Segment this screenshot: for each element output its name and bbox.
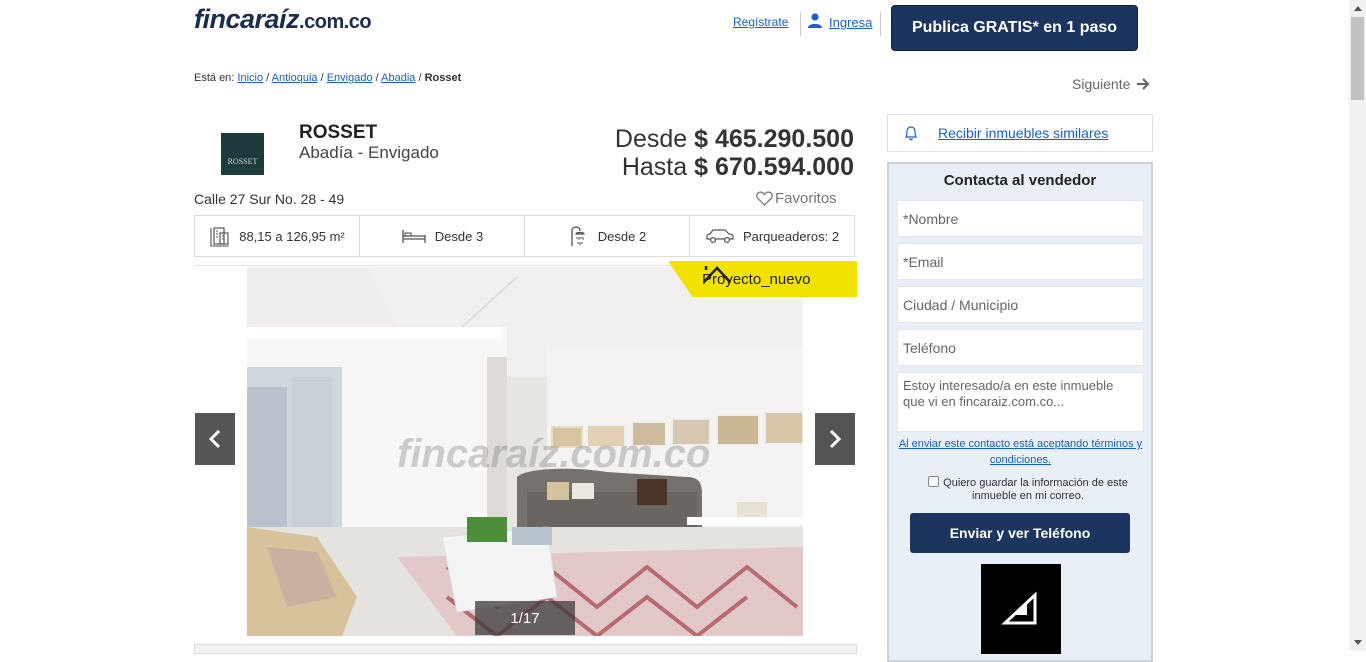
feature-baths: Desde 2 xyxy=(525,216,690,256)
price-to-value: $ 670.594.000 xyxy=(694,153,854,181)
car-icon xyxy=(706,229,734,244)
feature-rooms: Desde 3 xyxy=(360,216,525,256)
publish-free-button[interactable]: Publica GRATIS* en 1 paso xyxy=(891,5,1138,51)
gallery-next-button[interactable] xyxy=(815,413,855,465)
price-to-label: Hasta xyxy=(621,153,688,181)
save-info-label: Quiero guardar la información de este in… xyxy=(943,477,1128,502)
listing-photo[interactable]: fincaraíz.com.co xyxy=(247,267,803,636)
feature-parking: Parqueaderos: 2 xyxy=(690,216,854,256)
contact-seller-form: Contacta al vendedor *Nombre *Email Ciud… xyxy=(887,162,1153,662)
scroll-up-arrow[interactable] xyxy=(1349,0,1366,17)
heart-icon xyxy=(756,191,773,206)
seller-logo[interactable] xyxy=(981,564,1061,654)
send-and-view-phone-button[interactable]: Enviar y ver Teléfono xyxy=(910,513,1130,553)
login-link[interactable]: Ingresa xyxy=(829,15,872,30)
price-from-value: $ 465.290.500 xyxy=(694,125,854,153)
arrow-right-icon[interactable] xyxy=(1135,76,1151,92)
save-info-checkbox[interactable] xyxy=(928,476,940,487)
content-strip xyxy=(194,644,857,654)
similar-properties-link[interactable]: Recibir inmuebles similares xyxy=(938,125,1108,141)
header-divider xyxy=(880,12,881,36)
caret-up-icon xyxy=(1353,6,1362,11)
photo-gallery: fincaraíz.com.co xyxy=(194,265,855,636)
breadcrumb-item-antioquia[interactable]: Antioquia xyxy=(272,72,318,84)
project-logo-text: ROSSET xyxy=(227,157,258,166)
project-location: Abadía - Envigado xyxy=(299,143,439,162)
favorites-label: Favoritos xyxy=(775,190,837,207)
living-room-photo: fincaraíz.com.co xyxy=(247,267,803,636)
features-bar: 88,15 a 126,95 m² Desde 3 Desde 2 Parque… xyxy=(194,215,855,257)
phone-field[interactable]: Teléfono xyxy=(897,329,1144,366)
similar-properties-box[interactable]: Recibir inmuebles similares xyxy=(887,114,1153,152)
city-field[interactable]: Ciudad / Municipio xyxy=(897,286,1144,323)
price-from-label: Desde xyxy=(614,125,688,153)
photo-watermark: fincaraíz.com.co xyxy=(397,432,710,476)
terms-link[interactable]: Al enviar este contacto está aceptando t… xyxy=(897,436,1144,468)
breadcrumb-item-abadia[interactable]: Abadia xyxy=(381,72,415,84)
photo-counter: 1/17 xyxy=(475,601,575,635)
feature-area-value: 88,15 a 126,95 m² xyxy=(239,228,345,244)
breadcrumb: Está en: Inicio / Antioquia / Envigado /… xyxy=(194,72,462,84)
feature-parking-value: Parqueaderos: 2 xyxy=(742,228,840,244)
breadcrumb-item-envigado[interactable]: Envigado xyxy=(327,72,373,84)
feature-area: 88,15 a 126,95 m² xyxy=(195,216,360,256)
feature-baths-value: Desde 2 xyxy=(597,228,647,244)
favorites-button[interactable]: Favoritos xyxy=(756,190,837,207)
logo-domain-text: .com.co xyxy=(299,11,372,33)
register-link[interactable]: Regístrate xyxy=(733,15,788,29)
chevron-left-icon xyxy=(208,429,221,449)
message-field[interactable]: Estoy interesado/a en este inmueble que … xyxy=(897,372,1144,432)
name-field[interactable]: *Nombre xyxy=(897,200,1144,237)
project-logo: ROSSET xyxy=(221,133,264,175)
new-project-badge: Proyecto_nuevo xyxy=(668,261,857,297)
bed-icon xyxy=(402,230,426,243)
shower-icon xyxy=(571,226,585,246)
site-logo[interactable]: fincaraíz.com.co xyxy=(194,4,372,35)
next-link[interactable]: Siguiente xyxy=(1072,76,1130,92)
header-divider xyxy=(800,12,801,36)
save-info-row: Quiero guardar la información de este in… xyxy=(913,476,1143,503)
roof-icon xyxy=(703,266,731,283)
breadcrumb-item-inicio[interactable]: Inicio xyxy=(237,72,263,84)
price-to: Hasta $ 670.594.000 xyxy=(622,153,854,182)
email-field[interactable]: *Email xyxy=(897,243,1144,280)
building-area-icon xyxy=(210,227,230,247)
project-name: ROSSET xyxy=(299,122,378,143)
caret-down-icon xyxy=(1353,640,1362,645)
feature-rooms-value: Desde 3 xyxy=(434,228,484,244)
seller-logo-mark xyxy=(1001,591,1037,625)
user-icon[interactable] xyxy=(807,12,823,28)
page-scrollbar[interactable] xyxy=(1349,0,1366,651)
breadcrumb-prefix: Está en: xyxy=(194,72,235,84)
bell-icon xyxy=(905,126,917,141)
gallery-prev-button[interactable] xyxy=(195,413,235,465)
breadcrumb-current: Rosset xyxy=(424,72,462,84)
scroll-thumb[interactable] xyxy=(1351,17,1364,100)
scroll-down-arrow[interactable] xyxy=(1349,634,1366,651)
chevron-right-icon xyxy=(829,429,842,449)
contact-title: Contacta al vendedor xyxy=(943,172,1097,189)
price-from: Desde $ 465.290.500 xyxy=(615,125,854,154)
project-address: Calle 27 Sur No. 28 - 49 xyxy=(194,191,345,207)
logo-main-text: fincaraíz xyxy=(194,4,300,34)
